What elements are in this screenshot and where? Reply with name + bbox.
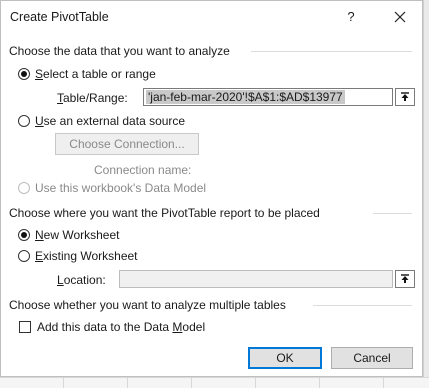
select-range-radio[interactable] xyxy=(18,68,30,80)
location-label: Location: xyxy=(57,273,106,287)
multiple-tables-section-heading: Choose whether you want to analyze multi… xyxy=(9,298,286,312)
existing-worksheet-radio[interactable] xyxy=(18,250,30,262)
add-to-data-model-label: Add this data to the Data Model xyxy=(37,320,206,334)
external-source-label: Use an external data source xyxy=(35,114,186,128)
select-range-label: Select a table or range xyxy=(35,67,156,81)
spreadsheet-background-edge xyxy=(423,0,429,387)
new-worksheet-option[interactable]: New Worksheet xyxy=(18,228,119,242)
external-source-radio[interactable] xyxy=(18,115,30,127)
table-range-input[interactable]: 'jan-feb-mar-2020'!$A$1:$AD$13977 xyxy=(143,88,393,106)
location-collapse-button[interactable] xyxy=(395,270,415,288)
section-divider xyxy=(373,213,412,214)
connection-name-label: Connection name: xyxy=(94,163,192,177)
existing-worksheet-option[interactable]: Existing Worksheet xyxy=(18,249,138,263)
table-range-collapse-button[interactable] xyxy=(395,88,415,106)
table-range-value: 'jan-feb-mar-2020'!$A$1:$AD$13977 xyxy=(146,90,345,104)
close-icon xyxy=(394,11,406,23)
data-model-source-option[interactable]: Use this workbook's Data Model xyxy=(18,181,206,195)
cancel-button[interactable]: Cancel xyxy=(331,347,413,369)
table-range-label: Table/Range: xyxy=(57,91,128,105)
new-worksheet-label: New Worksheet xyxy=(35,228,120,242)
select-range-option[interactable]: Select a table or range xyxy=(18,67,156,81)
collapse-dialog-icon xyxy=(401,274,409,283)
source-section-heading: Choose the data that you want to analyze xyxy=(9,44,230,58)
data-model-source-label: Use this workbook's Data Model xyxy=(35,181,207,195)
help-button[interactable]: ? xyxy=(341,7,361,27)
data-model-source-radio[interactable] xyxy=(18,182,30,194)
dialog-titlebar: Create PivotTable ? xyxy=(1,1,422,35)
choose-connection-button[interactable]: Choose Connection... xyxy=(55,133,199,155)
new-worksheet-radio[interactable] xyxy=(18,229,30,241)
placement-section-heading: Choose where you want the PivotTable rep… xyxy=(9,206,320,220)
existing-worksheet-label: Existing Worksheet xyxy=(35,249,138,263)
ok-button[interactable]: OK xyxy=(248,347,322,369)
spreadsheet-background-edge xyxy=(0,377,429,388)
external-source-option[interactable]: Use an external data source xyxy=(18,114,185,128)
collapse-dialog-icon xyxy=(401,92,409,101)
section-divider xyxy=(251,51,412,52)
add-to-data-model-checkbox[interactable] xyxy=(19,321,31,333)
dialog-title: Create PivotTable xyxy=(10,10,109,24)
location-input[interactable] xyxy=(119,270,393,288)
close-button[interactable] xyxy=(389,6,411,28)
create-pivottable-dialog: Create PivotTable ? Choose the data that… xyxy=(0,0,423,377)
section-divider xyxy=(313,305,412,306)
